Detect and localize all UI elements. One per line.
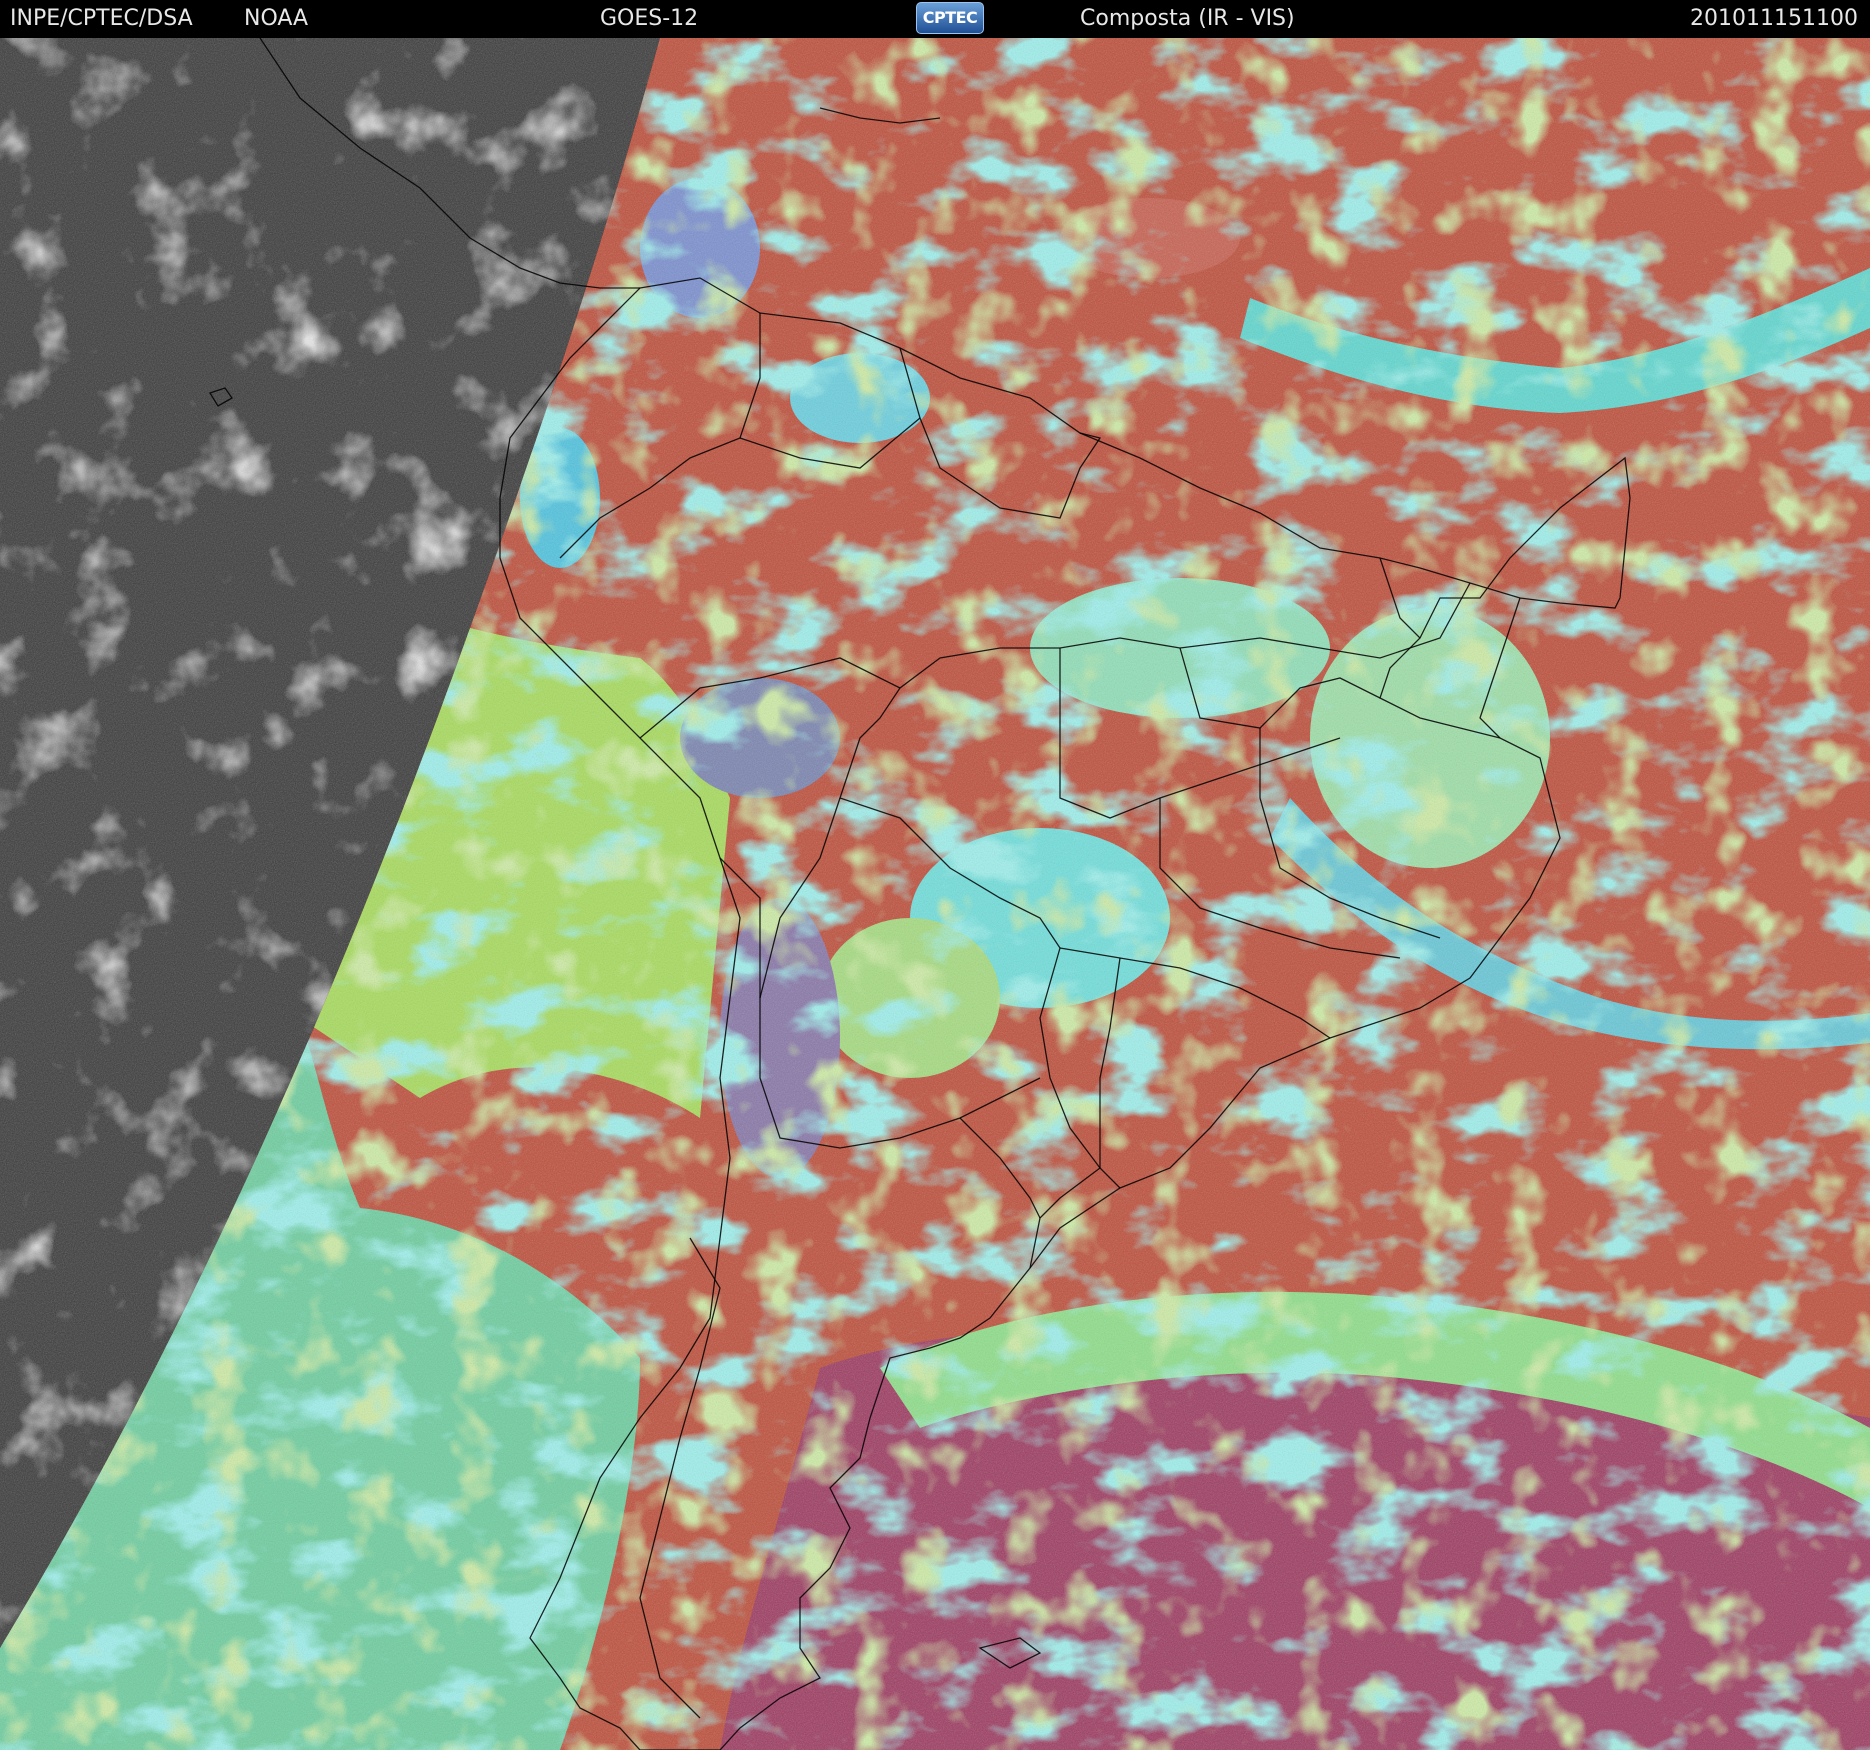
timestamp-label: 201011151100 (1690, 6, 1858, 31)
agency-label: INPE/CPTEC/DSA (10, 6, 193, 31)
satellite-label: GOES-12 (600, 6, 699, 31)
satellite-composite-map (0, 38, 1870, 1750)
cptec-logo: CPTEC (916, 2, 984, 34)
noaa-label: NOAA (244, 6, 309, 31)
image-header-bar: INPE/CPTEC/DSA NOAA GOES-12 CPTEC Compos… (0, 0, 1870, 38)
product-label: Composta (IR - VIS) (1080, 6, 1295, 31)
logo-text: CPTEC (922, 8, 978, 27)
